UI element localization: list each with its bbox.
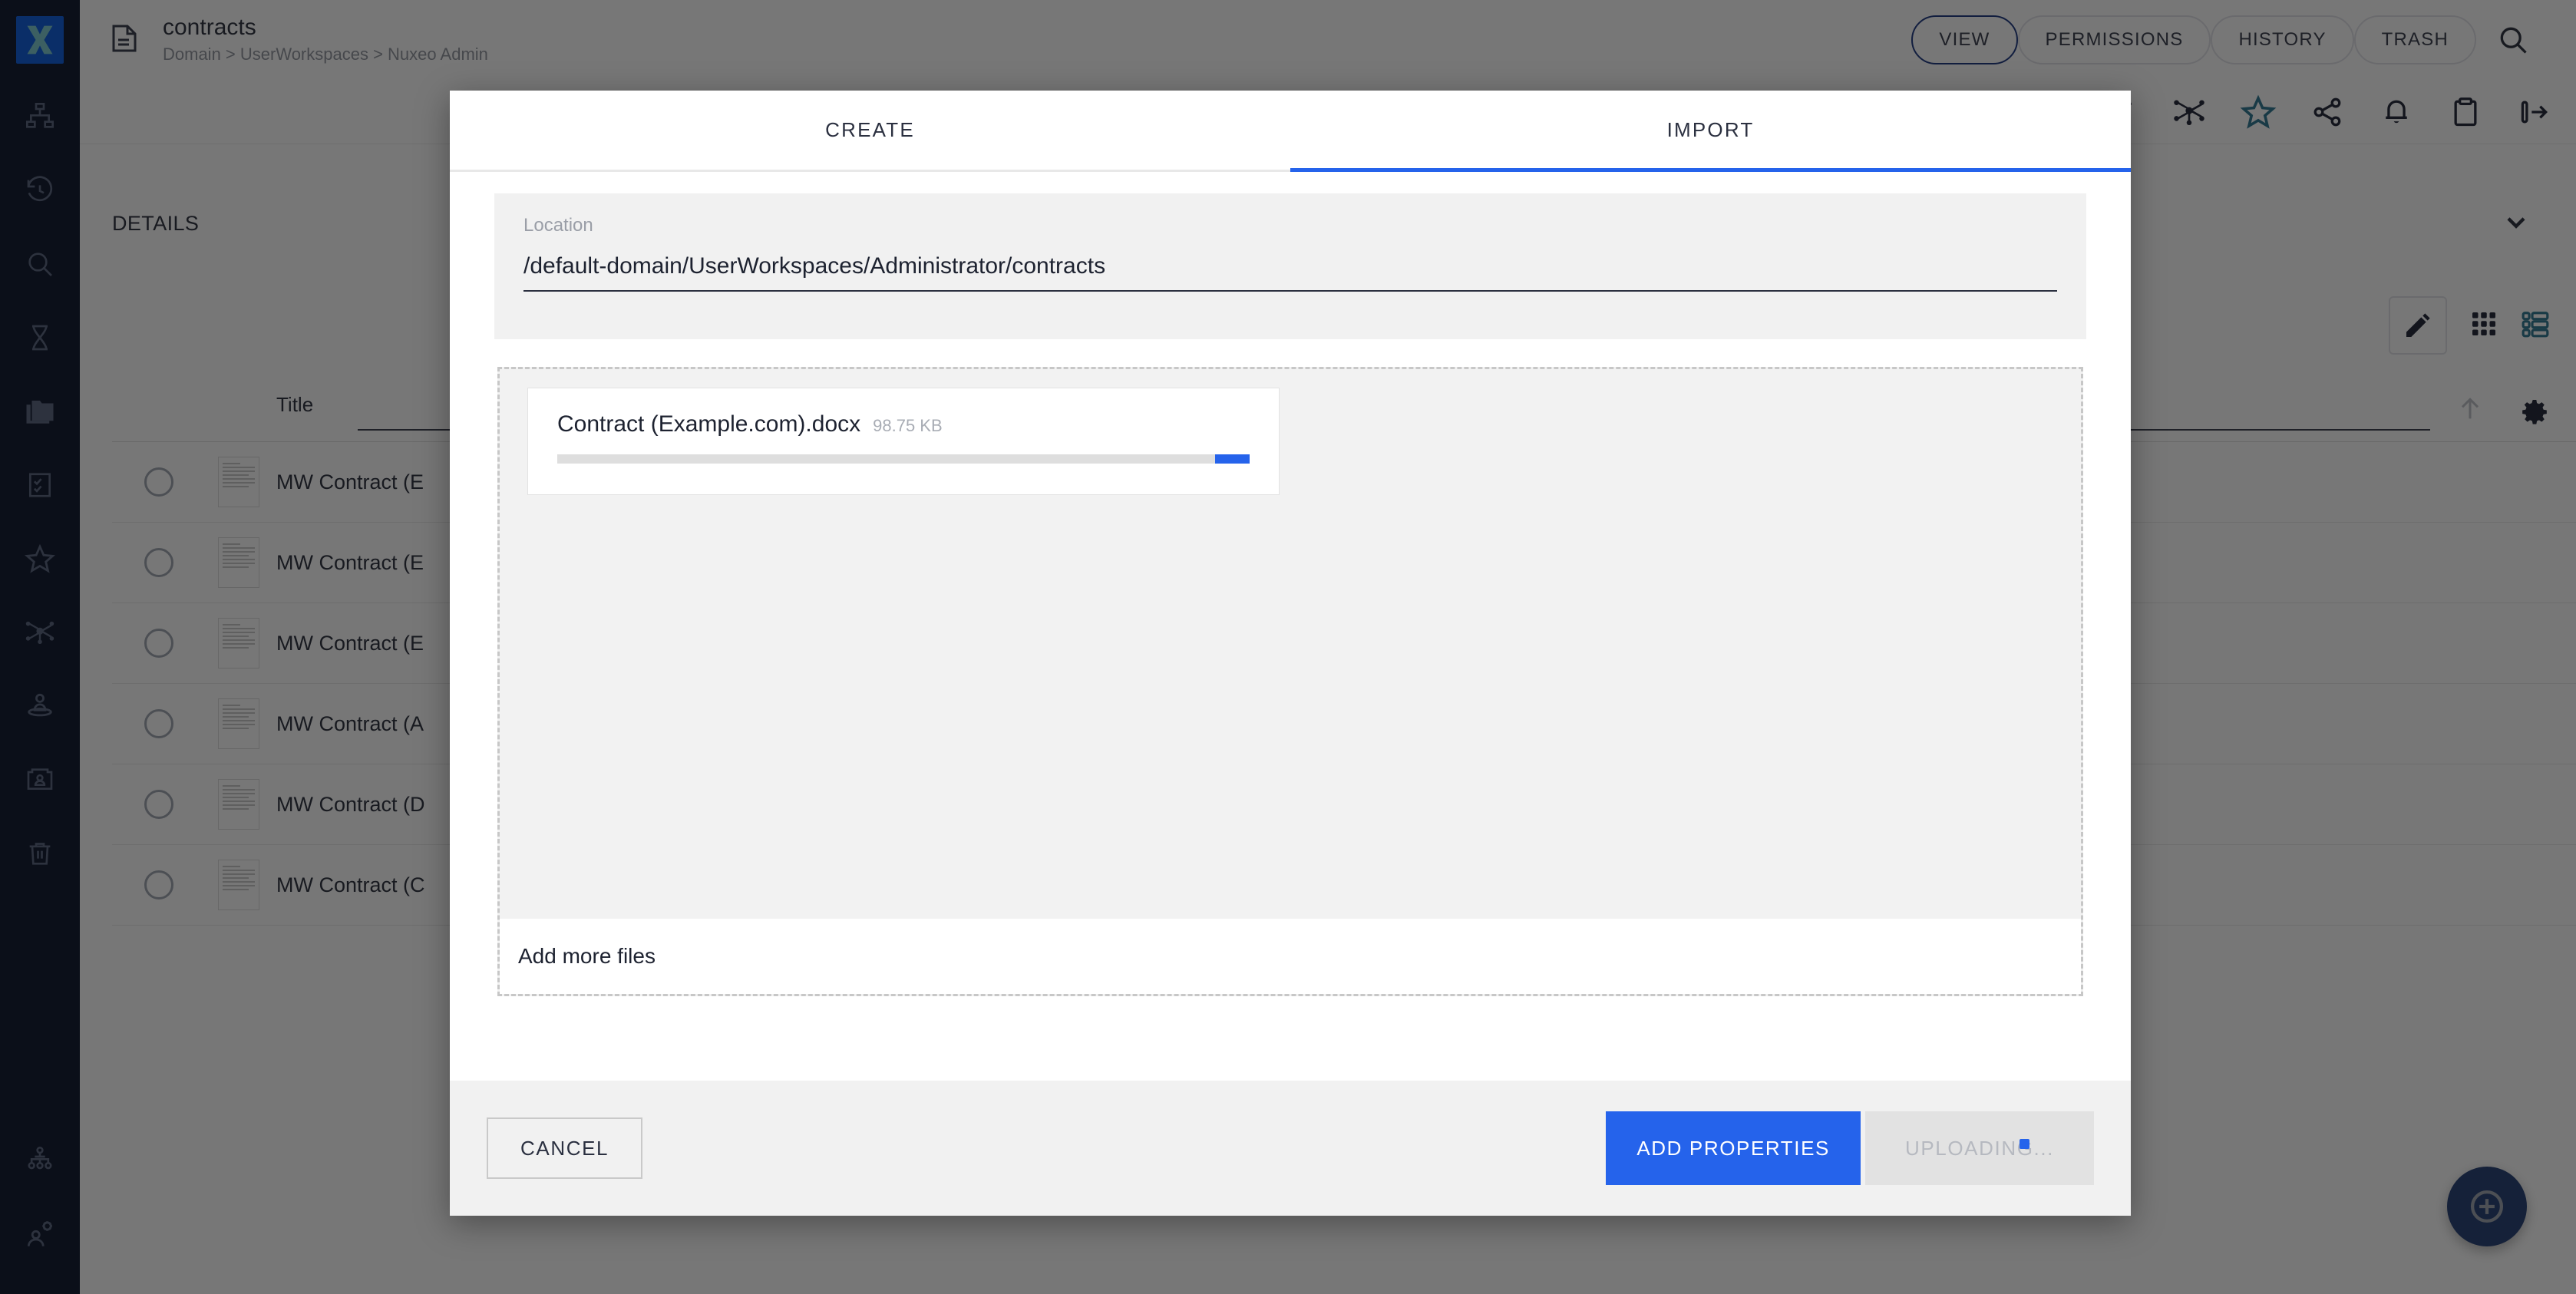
application-root: contracts Domain > UserWorkspaces > Nuxe… (0, 0, 2576, 1294)
tab-import[interactable]: IMPORT (1290, 91, 2131, 170)
uploading-button: UPLOADING... (1865, 1111, 2094, 1185)
dialog-body: Location /default-domain/UserWorkspaces/… (450, 172, 2131, 1081)
location-panel: Location /default-domain/UserWorkspaces/… (494, 193, 2086, 339)
location-label: Location (523, 215, 2057, 236)
add-more-files-button[interactable]: Add more files (500, 919, 2081, 994)
add-more-files-label: Add more files (518, 944, 656, 969)
cancel-button[interactable]: CANCEL (487, 1117, 642, 1179)
footer-actions: ADD PROPERTIES UPLOADING... (1606, 1111, 2094, 1185)
file-dropzone[interactable]: Contract (Example.com).docx 98.75 KB Add… (497, 367, 2083, 996)
dialog-tabs: CREATE IMPORT (450, 91, 2131, 172)
loading-spinner-icon (2020, 1139, 2029, 1149)
modal-scrim-sidebar (0, 0, 80, 1294)
file-size: 98.75 KB (873, 416, 943, 436)
import-dialog: CREATE IMPORT Location /default-domain/U… (450, 91, 2131, 1216)
uploading-label: UPLOADING... (1905, 1137, 2054, 1160)
file-name: Contract (Example.com).docx (557, 411, 860, 437)
upload-progress-bar (557, 454, 1250, 464)
add-properties-button[interactable]: ADD PROPERTIES (1606, 1111, 1861, 1185)
location-input[interactable]: /default-domain/UserWorkspaces/Administr… (523, 236, 2057, 292)
tab-create[interactable]: CREATE (450, 91, 1290, 170)
file-info-line: Contract (Example.com).docx 98.75 KB (557, 411, 1250, 437)
uploaded-files-list: Contract (Example.com).docx 98.75 KB (500, 369, 2081, 919)
file-upload-card: Contract (Example.com).docx 98.75 KB (527, 388, 1280, 495)
dialog-footer: CANCEL ADD PROPERTIES UPLOADING... (450, 1081, 2131, 1216)
upload-progress-indicator (1215, 454, 1250, 464)
